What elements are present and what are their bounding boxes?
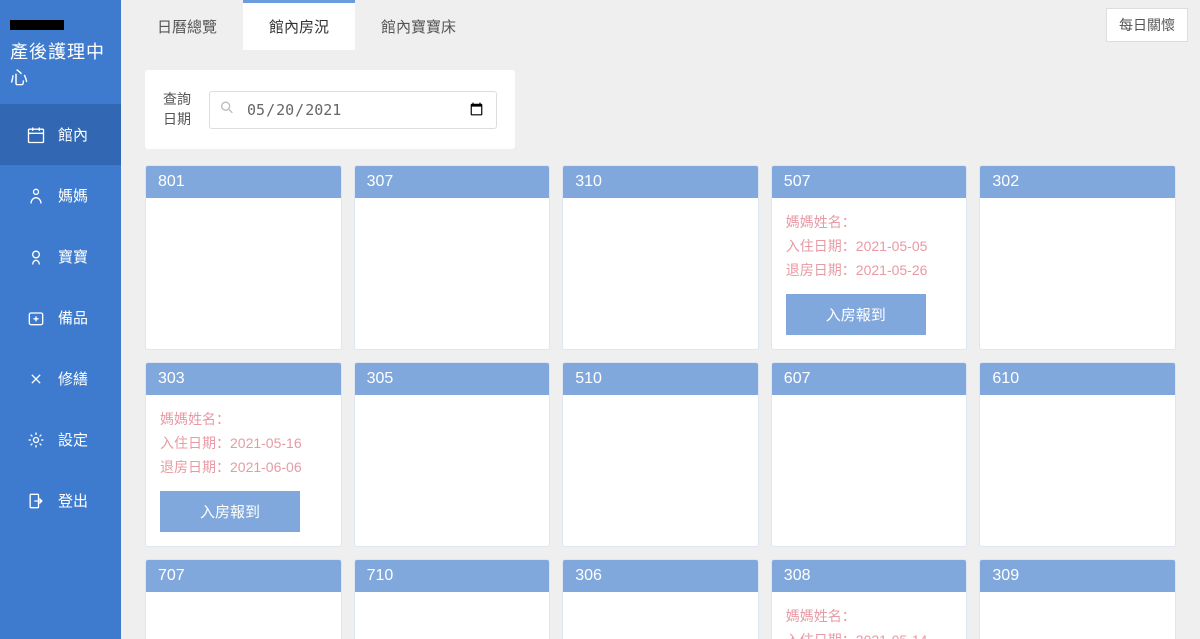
mother-icon <box>26 186 46 206</box>
tab-label: 館內房況 <box>269 16 329 37</box>
tab-label: 館內寶寶床 <box>381 16 456 37</box>
room-number: 801 <box>146 166 341 198</box>
brand-logo-bar <box>10 20 64 30</box>
room-number: 610 <box>980 363 1175 395</box>
room-card[interactable]: 309 <box>979 559 1176 639</box>
room-number: 710 <box>355 560 550 592</box>
room-card[interactable]: 607 <box>771 362 968 547</box>
room-body <box>355 198 550 349</box>
rooms-grid: 801 307 310 507 媽媽姓名： 入住日期：2021-05-05 退房日期：202… <box>145 165 1176 639</box>
sidebar-item-label: 修繕 <box>58 368 88 389</box>
calendar-icon <box>26 125 46 145</box>
query-date-input[interactable] <box>209 91 497 129</box>
room-body <box>563 592 758 639</box>
room-number: 302 <box>980 166 1175 198</box>
checkin-button[interactable]: 入房報到 <box>786 294 926 335</box>
room-number: 510 <box>563 363 758 395</box>
room-card[interactable]: 308媽媽姓名：入住日期：2021-05-14退房日期：2021-05-28入房… <box>771 559 968 639</box>
topbar: 日曆總覽 館內房況 館內寶寶床 每日關懷 <box>121 0 1200 50</box>
room-body <box>146 592 341 639</box>
sidebar-item-label: 備品 <box>58 307 88 328</box>
logout-icon <box>26 491 46 511</box>
main: 日曆總覽 館內房況 館內寶寶床 每日關懷 查詢 日期 801307310507媽… <box>121 0 1200 639</box>
room-number: 308 <box>772 560 967 592</box>
room-checkout-date: 退房日期：2021-05-26 <box>786 260 953 280</box>
room-card[interactable]: 801 <box>145 165 342 350</box>
room-number: 309 <box>980 560 1175 592</box>
sidebar-item-baby[interactable]: 寶寶 <box>0 226 121 287</box>
date-input-wrap <box>209 91 497 129</box>
room-body: 媽媽姓名：入住日期：2021-05-14退房日期：2021-05-28入房報到 <box>772 592 967 639</box>
room-checkin-date: 入住日期：2021-05-14 <box>786 630 953 639</box>
room-number: 307 <box>355 166 550 198</box>
room-card[interactable]: 710 <box>354 559 551 639</box>
room-body <box>772 395 967 546</box>
sidebar-item-logout[interactable]: 登出 <box>0 470 121 531</box>
room-checkout-date: 退房日期：2021-06-06 <box>160 457 327 477</box>
room-mother-name: 媽媽姓名： <box>786 212 953 232</box>
daily-care-button[interactable]: 每日關懷 <box>1106 8 1188 42</box>
room-number: 310 <box>563 166 758 198</box>
room-number: 707 <box>146 560 341 592</box>
room-card[interactable]: 510 <box>562 362 759 547</box>
room-body <box>563 198 758 349</box>
room-body <box>355 592 550 639</box>
room-body <box>980 198 1175 349</box>
sidebar-item-hall[interactable]: 館內 <box>0 104 121 165</box>
sidebar-item-label: 寶寶 <box>58 246 88 267</box>
brand: 產後護理中心 <box>0 0 121 104</box>
sidebar: 產後護理中心 館內 媽媽 寶寶 備品 <box>0 0 121 639</box>
room-body: 媽媽姓名： 入住日期：2021-05-05 退房日期：2021-05-26 入房報到 <box>772 198 967 349</box>
room-mother-name: 媽媽姓名： <box>786 606 953 626</box>
sidebar-item-repair[interactable]: 修繕 <box>0 348 121 409</box>
room-card[interactable]: 302 <box>979 165 1176 350</box>
baby-icon <box>26 247 46 267</box>
tab-label: 日曆總覽 <box>157 16 217 37</box>
sidebar-item-label: 館內 <box>58 124 88 145</box>
room-number: 306 <box>563 560 758 592</box>
sidebar-item-mother[interactable]: 媽媽 <box>0 165 121 226</box>
brand-title: 產後護理中心 <box>10 38 111 90</box>
supplies-icon <box>26 308 46 328</box>
room-card[interactable]: 306 <box>562 559 759 639</box>
button-label: 每日關懷 <box>1119 17 1175 33</box>
room-card[interactable]: 307 <box>354 165 551 350</box>
sidebar-item-label: 媽媽 <box>58 185 88 206</box>
room-card[interactable]: 610 <box>979 362 1176 547</box>
tab-room-status[interactable]: 館內房況 <box>243 0 355 50</box>
room-body <box>355 395 550 546</box>
tools-icon <box>26 369 46 389</box>
sidebar-item-settings[interactable]: 設定 <box>0 409 121 470</box>
room-number: 305 <box>355 363 550 395</box>
sidebar-nav: 館內 媽媽 寶寶 備品 修繕 <box>0 104 121 531</box>
room-body: 媽媽姓名： 入住日期：2021-05-16 退房日期：2021-06-06 入房報到 <box>146 395 341 546</box>
search-icon <box>219 99 235 120</box>
room-checkin-date: 入住日期：2021-05-16 <box>160 433 327 453</box>
room-card[interactable]: 303 媽媽姓名： 入住日期：2021-05-16 退房日期：2021-06-06 入房… <box>145 362 342 547</box>
room-body <box>146 198 341 349</box>
sidebar-item-label: 設定 <box>58 429 88 450</box>
room-body <box>563 395 758 546</box>
room-number: 607 <box>772 363 967 395</box>
room-number: 507 <box>772 166 967 198</box>
checkin-button[interactable]: 入房報到 <box>160 491 300 532</box>
room-body <box>980 395 1175 546</box>
sidebar-item-label: 登出 <box>58 490 88 511</box>
room-checkin-date: 入住日期：2021-05-05 <box>786 236 953 256</box>
query-panel: 查詢 日期 <box>145 70 515 149</box>
room-mother-name: 媽媽姓名： <box>160 409 327 429</box>
room-card[interactable]: 507 媽媽姓名： 入住日期：2021-05-05 退房日期：2021-05-26 入房… <box>771 165 968 350</box>
tab-baby-bed[interactable]: 館內寶寶床 <box>355 0 482 50</box>
room-card[interactable]: 305 <box>354 362 551 547</box>
query-label: 查詢 日期 <box>163 90 191 129</box>
gear-icon <box>26 430 46 450</box>
room-card[interactable]: 310 <box>562 165 759 350</box>
tab-calendar[interactable]: 日曆總覽 <box>131 0 243 50</box>
room-number: 303 <box>146 363 341 395</box>
room-body <box>980 592 1175 639</box>
sidebar-item-supplies[interactable]: 備品 <box>0 287 121 348</box>
content: 查詢 日期 801 307 310 507 媽媽姓名： 入住日期：2021-05-05 退房… <box>121 50 1200 639</box>
room-card[interactable]: 707 <box>145 559 342 639</box>
